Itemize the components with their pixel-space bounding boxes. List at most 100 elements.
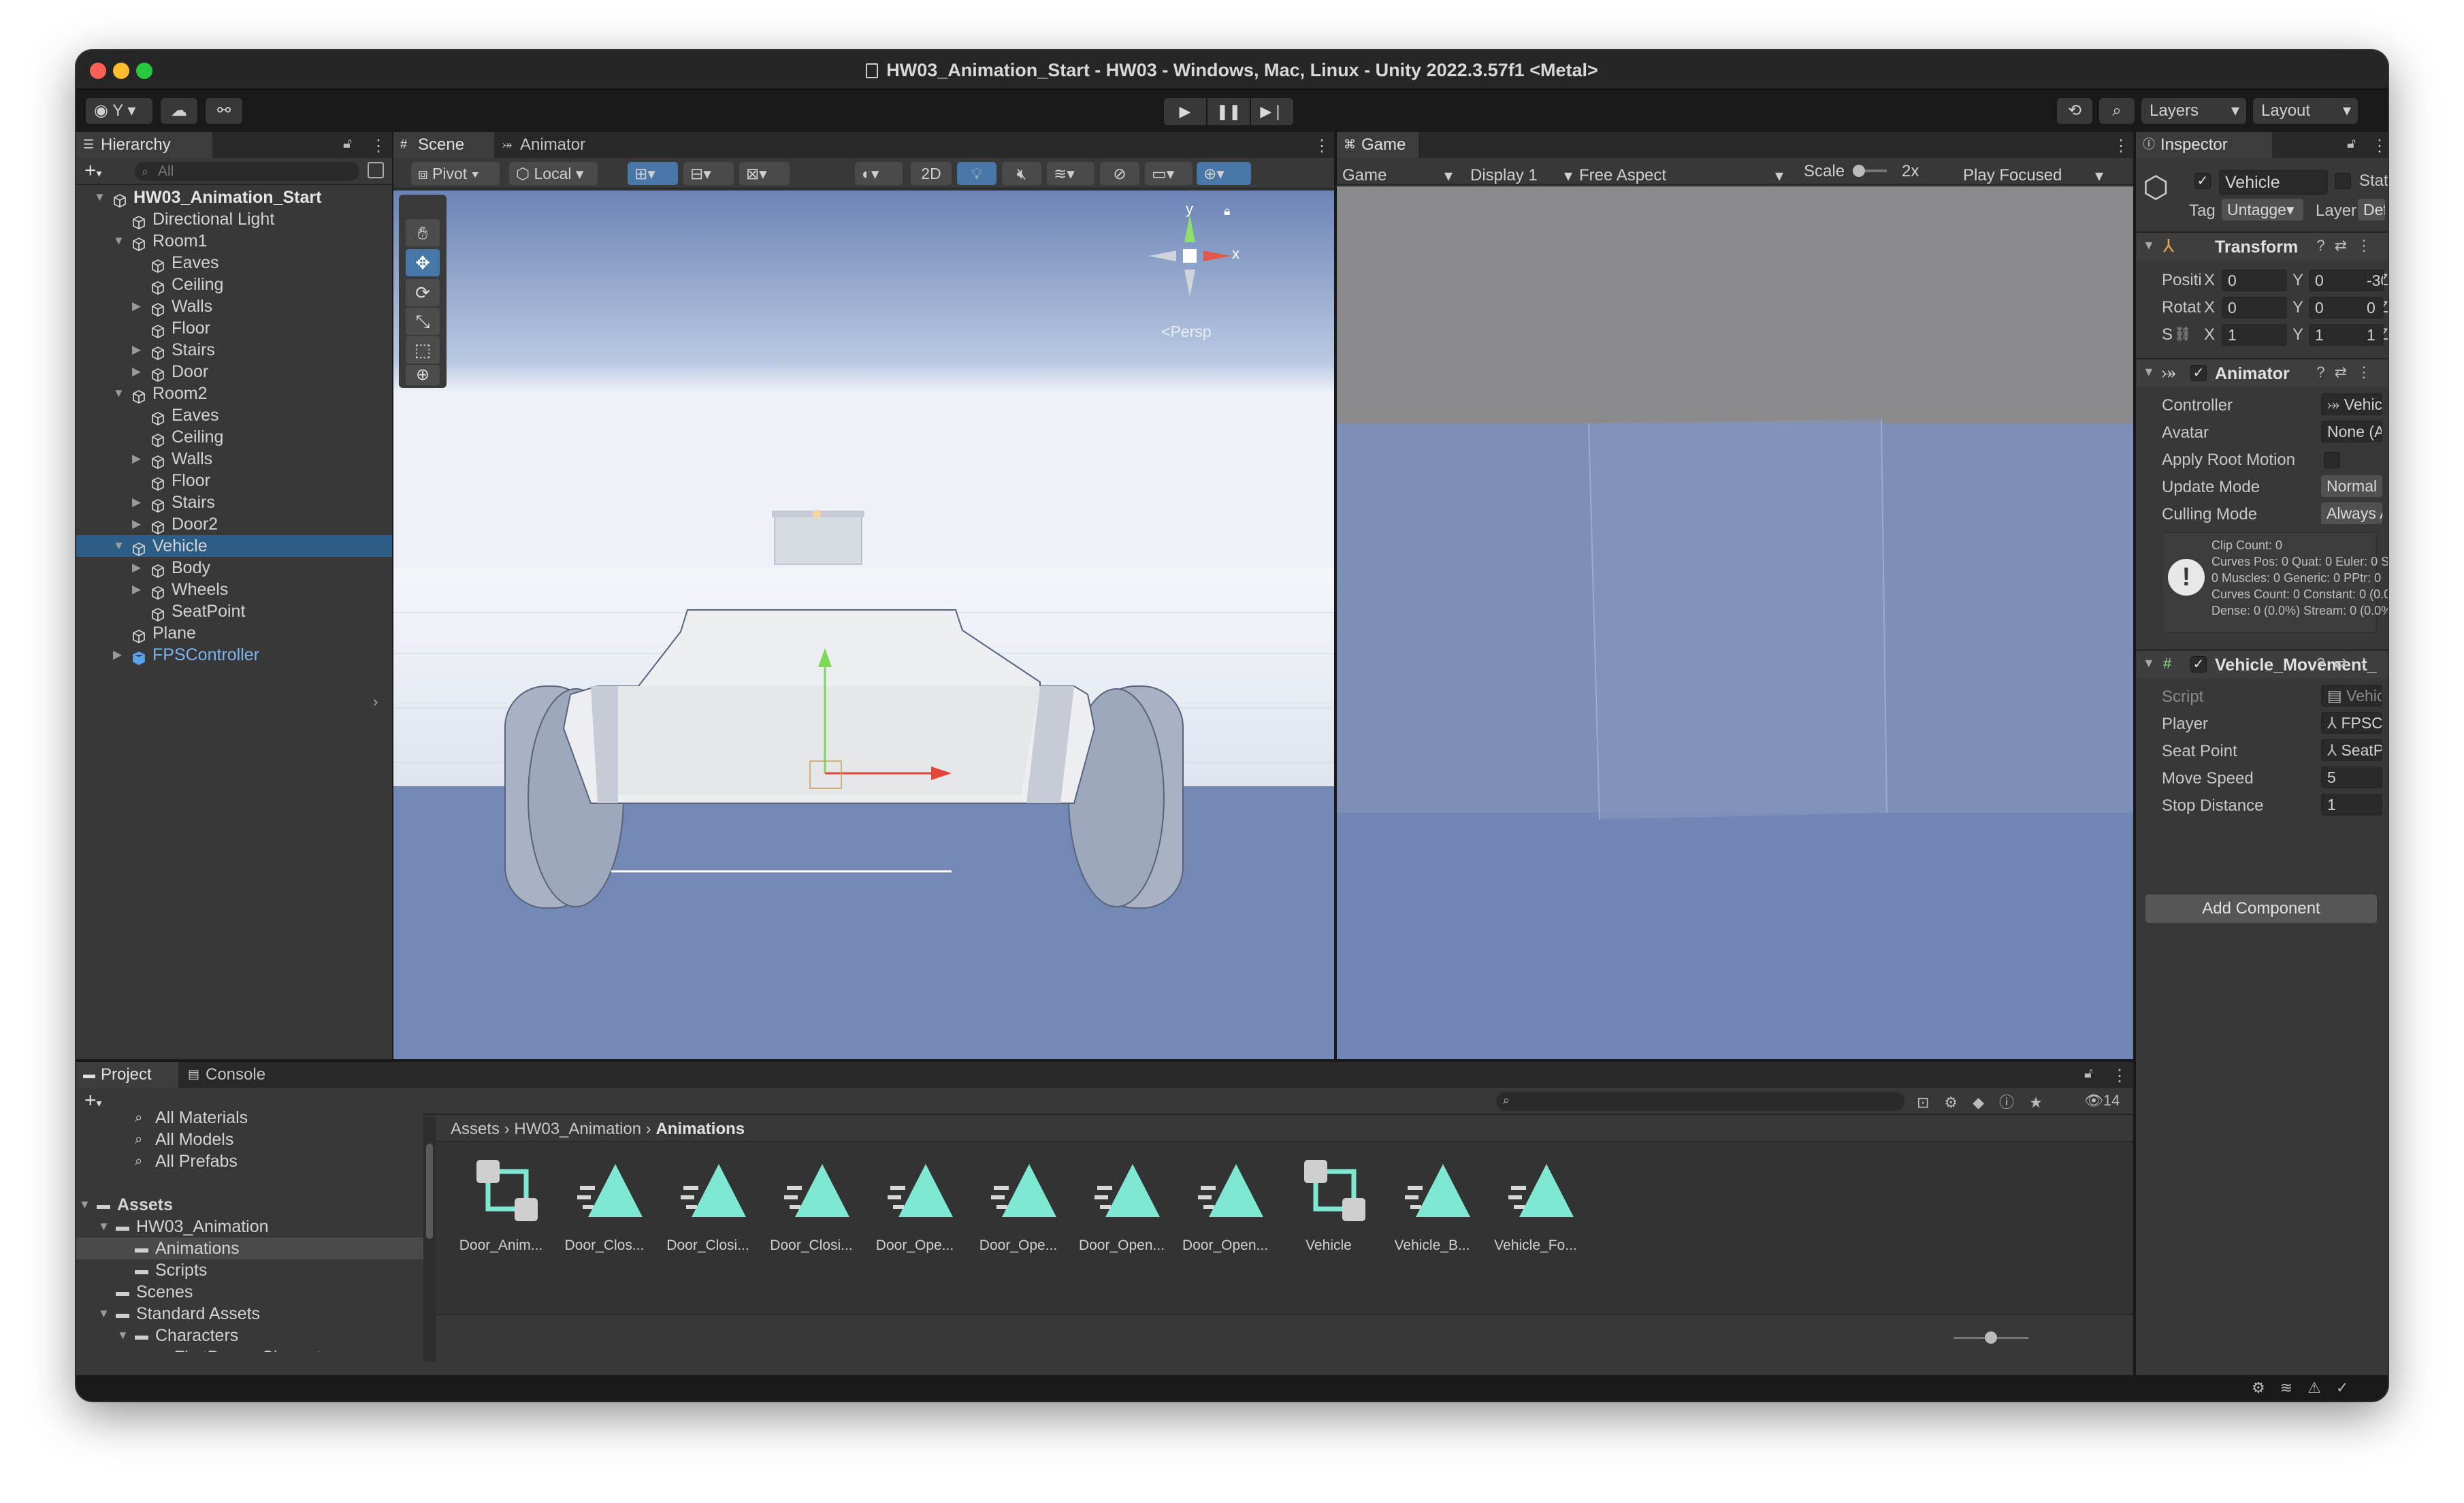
tab-animator[interactable]: ⤖ Animator (496, 132, 611, 158)
lock-icon[interactable]: 🔓︎ (2347, 136, 2356, 152)
game-viewport[interactable] (1337, 187, 2133, 1059)
more-menu-icon[interactable]: ⋮ (2371, 136, 2388, 156)
hand-tool-icon[interactable]: ✋︎ (406, 219, 440, 246)
animator-controller-asset[interactable]: Vehicle (1277, 1157, 1380, 1253)
project-tree-item[interactable]: ▼ ▬ Characters (76, 1325, 423, 1346)
more-menu-icon[interactable]: ⋮ (2113, 136, 2129, 156)
chevron-down-icon[interactable]: ▼ (113, 230, 125, 252)
tab-scene[interactable]: # Scene (393, 132, 494, 158)
hierarchy-item[interactable]: Floor (76, 470, 392, 491)
local-dropdown[interactable]: ⬡ Local ▾ (509, 162, 598, 185)
scale-slider-thumb[interactable] (1853, 165, 1865, 177)
hierarchy-item[interactable]: Ceiling (76, 426, 392, 448)
hierarchy-item[interactable]: ▼ Room1 (76, 230, 392, 252)
collab-icon[interactable]: ⚯ (206, 98, 242, 124)
hidden-objects-icon[interactable]: ⊘ (1100, 162, 1139, 185)
animation-clip-asset[interactable]: Door_Closi... (760, 1157, 863, 1253)
seat-point-field[interactable]: ⅄ SeatPoint ( (2321, 739, 2382, 761)
animator-header[interactable]: ▼ ⤖ ✓ Animator ?⇄⋮ (2136, 358, 2388, 387)
history-icon[interactable]: ⟲ (2057, 98, 2092, 124)
grid-snap-button[interactable]: ⊞▾ (628, 162, 678, 185)
layers-dropdown[interactable]: Layers ▾ (2141, 98, 2246, 124)
tab-project[interactable]: ▬ Project (76, 1062, 178, 1088)
chevron-right-icon[interactable]: ▶ (136, 1346, 145, 1352)
status-icons[interactable]: ⚙≋⚠✓ (2252, 1379, 2363, 1397)
chevron-right-icon[interactable]: ▶ (132, 361, 141, 383)
culling-mode-dropdown[interactable]: Always Anima (2321, 502, 2382, 524)
animation-clip-asset[interactable]: Door_Closi... (656, 1157, 760, 1253)
pause-button[interactable]: ❚❚ (1207, 98, 1250, 125)
audio-icon[interactable]: 🔇︎ (1002, 162, 1041, 185)
rotate-tool-icon[interactable]: ⟳ (406, 279, 440, 306)
tab-hierarchy[interactable]: ☰ Hierarchy (76, 132, 212, 158)
player-field[interactable]: ⅄ FPSContro (2321, 712, 2382, 734)
chevron-right-icon[interactable]: ▶ (132, 448, 141, 470)
project-search-input[interactable]: ⌕ (1496, 1092, 1904, 1111)
project-tree-item[interactable]: ▼ ▬ Assets (76, 1194, 423, 1216)
hierarchy-item[interactable]: Eaves (76, 252, 392, 274)
tab-game[interactable]: ⌘ Game (1337, 132, 1419, 158)
component-menu-icons[interactable]: ?⇄⋮ (2316, 655, 2381, 673)
hierarchy-item[interactable]: ▶ FPSController (76, 644, 392, 666)
move-speed-field[interactable]: 5 (2321, 766, 2382, 788)
breadcrumb-item[interactable]: Assets (451, 1120, 500, 1138)
project-tree-item[interactable]: ▼ ▬ Standard Assets (76, 1303, 423, 1325)
breadcrumb-item[interactable]: Animations (655, 1120, 745, 1138)
animation-clip-asset[interactable]: Door_Open... (1070, 1157, 1173, 1253)
project-tree-item[interactable]: ⌕ All Models (76, 1129, 423, 1150)
hierarchy-item[interactable]: ▶ Door2 (76, 513, 392, 535)
icon-size-slider-thumb[interactable] (1985, 1331, 1997, 1344)
chevron-down-icon[interactable]: ▼ (98, 1216, 110, 1238)
lock-icon[interactable]: 🔓︎ (343, 136, 352, 152)
chevron-down-icon[interactable]: ▼ (79, 1194, 91, 1216)
transform-tool-icon[interactable]: ⊕ (406, 365, 440, 385)
project-tree-item[interactable]: ▬ Animations (76, 1238, 423, 1259)
projection-toggle[interactable]: <Persp (1161, 323, 1212, 341)
layer-dropdown[interactable]: Defaul (2358, 199, 2385, 221)
static-checkbox[interactable] (2335, 173, 2351, 189)
animation-clip-asset[interactable]: Door_Ope... (967, 1157, 1070, 1253)
add-object-button[interactable]: +▾ (84, 159, 102, 182)
pos-x-field[interactable]: 0 (2222, 270, 2287, 291)
more-menu-icon[interactable]: ⋮ (370, 136, 387, 156)
hierarchy-item[interactable]: Plane (76, 622, 392, 644)
chevron-right-icon[interactable]: ▶ (132, 579, 141, 600)
component-menu-icons[interactable]: ?⇄⋮ (2316, 237, 2381, 255)
scl-z-field[interactable]: 1 (2365, 324, 2384, 346)
hierarchy-item[interactable]: SeatPoint (76, 600, 392, 622)
chevron-down-icon[interactable]: ▼ (94, 187, 106, 208)
tag-dropdown[interactable]: Untagge▾ (2222, 199, 2303, 221)
rot-z-field[interactable]: 0 (2365, 297, 2384, 319)
chevron-down-icon[interactable]: ▼ (98, 1303, 110, 1325)
scene-viewport[interactable]: ✋︎ ✥ ⟳ ⤡ ⬚ ⊕ y x 🔒︎ <Persp (393, 191, 1334, 1059)
hierarchy-item[interactable]: ▶ Door (76, 361, 392, 383)
chevron-down-icon[interactable]: ▼ (113, 535, 125, 557)
tab-console[interactable]: ▤ Console (181, 1062, 297, 1088)
hierarchy-item[interactable]: ▶ Walls (76, 448, 392, 470)
avatar-field[interactable]: None (Avatar) (2321, 421, 2382, 442)
pivot-dropdown[interactable]: ⧈ Pivot ▾ (411, 162, 500, 185)
stop-distance-field[interactable]: 1 (2321, 794, 2382, 815)
hierarchy-item[interactable]: ▼ HW03_Animation_Start (76, 187, 392, 208)
hierarchy-search-input[interactable]: ⌕ All (135, 162, 359, 181)
scale-tool-icon[interactable]: ⤡ (406, 308, 440, 335)
pos-z-field[interactable]: -30 (2365, 270, 2384, 291)
layout-dropdown[interactable]: Layout ▾ (2253, 98, 2358, 124)
animator-enabled-checkbox[interactable]: ✓ (2190, 365, 2207, 381)
chevron-right-icon[interactable]: › (373, 693, 378, 711)
project-tree-item[interactable]: ▬ Scenes (76, 1281, 423, 1303)
active-checkbox[interactable]: ✓ (2194, 173, 2211, 189)
animation-clip-asset[interactable]: Door_Clos... (553, 1157, 656, 1253)
gizmos-icon[interactable]: ⊕▾ (1197, 162, 1251, 185)
effects-icon[interactable]: ≋▾ (1047, 162, 1095, 185)
chevron-right-icon[interactable]: ▶ (132, 295, 141, 317)
more-menu-icon[interactable]: ⋮ (2111, 1066, 2128, 1086)
hierarchy-item[interactable]: ▶ Walls (76, 295, 392, 317)
lighting-icon[interactable]: 💡︎ (957, 162, 996, 185)
vehicle-movement-header[interactable]: ▼ # ✓ Vehicle_Movement_ ?⇄⋮ (2136, 649, 2388, 678)
hierarchy-item[interactable]: Floor (76, 317, 392, 339)
chevron-down-icon[interactable]: ▼ (117, 1325, 129, 1346)
scl-x-field[interactable]: 1 (2222, 324, 2287, 346)
controller-field[interactable]: ⤖ Vehicle (2321, 393, 2382, 415)
lock-icon[interactable]: 🔒︎ (1224, 204, 1231, 219)
